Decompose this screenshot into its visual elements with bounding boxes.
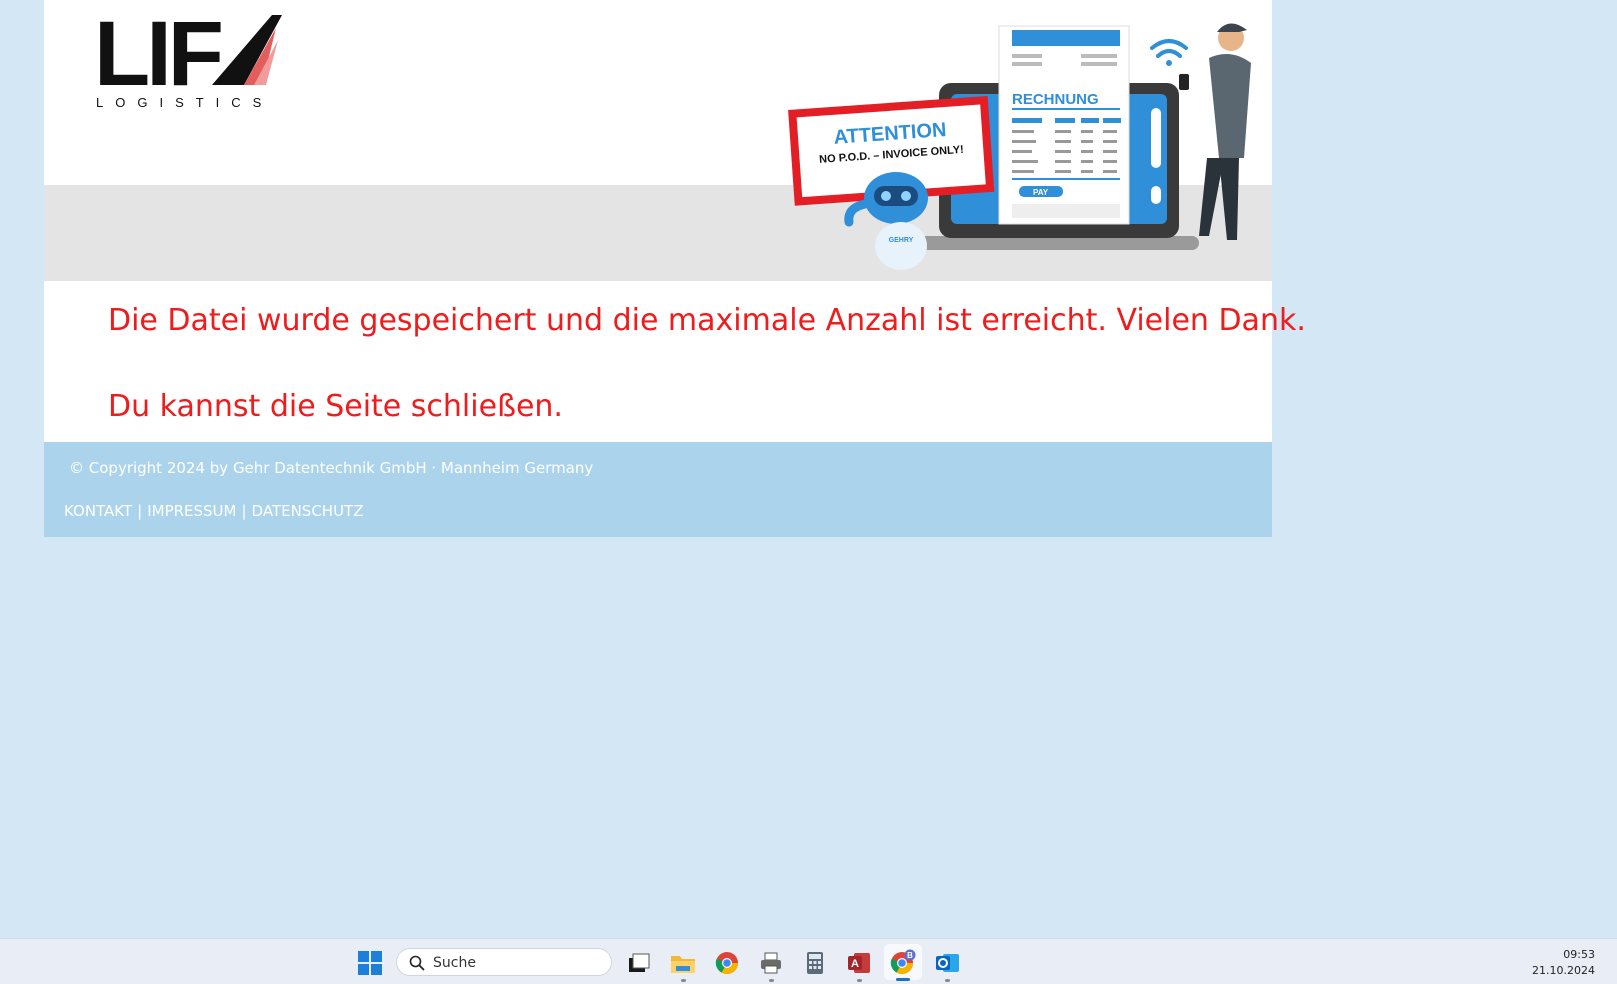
success-message: Die Datei wurde gespeichert und die maxi…	[108, 303, 1306, 338]
running-indicator	[769, 979, 774, 982]
page-container: LIF LOGISTICS RECHNUNG PAY ATTENTION NO …	[44, 0, 1306, 537]
invoice-title: RECHNUNG	[1012, 91, 1099, 108]
copyright-text: © Copyright 2024 by Gehr Datentechnik Gm…	[69, 459, 594, 477]
file-explorer-icon[interactable]	[668, 948, 698, 982]
close-page-message: Du kannst die Seite schließen.	[108, 389, 563, 424]
clock-date: 21.10.2024	[1532, 964, 1595, 977]
windows-taskbar: Suche A B 09:53 21.10.2024	[0, 938, 1617, 984]
chrome-icon[interactable]	[712, 948, 742, 978]
windows-start-icon[interactable]	[358, 951, 382, 975]
svg-text:LIF: LIF	[94, 10, 221, 100]
link-separator: |	[137, 502, 143, 520]
invoice-illustration: RECHNUNG PAY ATTENTION NO P.O.D. – INVOI…	[788, 23, 1251, 270]
running-indicator	[681, 979, 686, 982]
clock-time: 09:53	[1563, 948, 1595, 961]
link-separator: |	[241, 502, 247, 520]
running-indicator	[857, 979, 862, 982]
access-icon[interactable]: A	[844, 948, 874, 982]
search-icon	[409, 955, 425, 971]
active-indicator	[896, 978, 910, 981]
chrome-profile-icon[interactable]: B	[884, 944, 922, 981]
outlook-icon[interactable]	[932, 948, 962, 982]
search-placeholder: Suche	[433, 955, 476, 971]
printer-icon[interactable]	[756, 948, 786, 982]
task-view-icon[interactable]	[624, 948, 654, 978]
page-footer: © Copyright 2024 by Gehr Datentechnik Gm…	[44, 442, 1272, 537]
datenschutz-link[interactable]: DATENSCHUTZ	[252, 502, 364, 520]
svg-text:A: A	[851, 958, 859, 970]
system-clock[interactable]: 09:53 21.10.2024	[1532, 947, 1595, 979]
taskbar-search-box[interactable]: Suche	[396, 948, 612, 976]
kontakt-link[interactable]: KONTAKT	[64, 502, 132, 520]
impressum-link[interactable]: IMPRESSUM	[147, 502, 236, 520]
logo-mark-icon: LIF	[94, 3, 282, 105]
footer-links: KONTAKT | IMPRESSUM | DATENSCHUTZ	[64, 502, 363, 520]
pay-label: PAY	[1033, 188, 1049, 197]
calculator-icon[interactable]	[800, 948, 830, 978]
running-indicator	[945, 979, 950, 982]
message-area: Die Datei wurde gespeichert und die maxi…	[44, 281, 1306, 442]
robot-label: GEHRY	[889, 237, 914, 244]
profile-badge: B	[907, 951, 913, 960]
header-banner: LIF LOGISTICS RECHNUNG PAY ATTENTION NO …	[44, 0, 1272, 281]
logo-subtitle: LOGISTICS	[96, 95, 274, 110]
